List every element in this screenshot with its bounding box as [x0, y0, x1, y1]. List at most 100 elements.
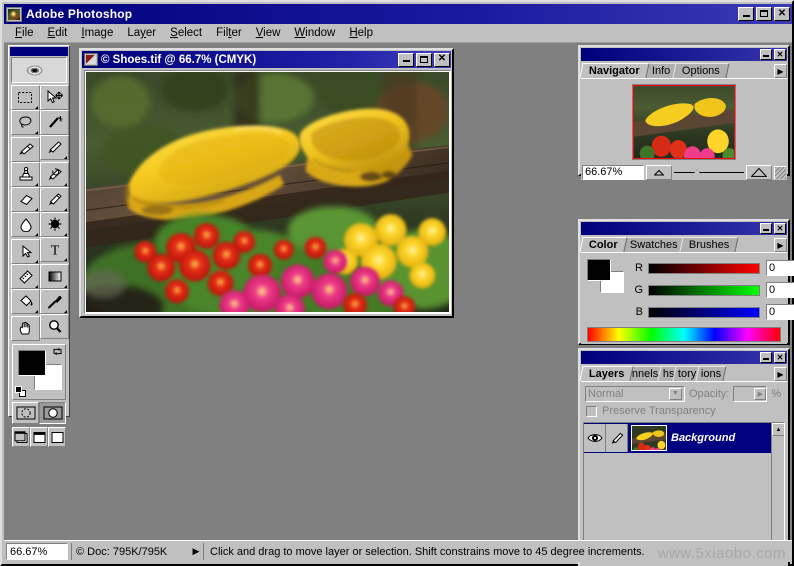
color-close-icon[interactable]: ✕ [774, 223, 786, 234]
tab-layers[interactable]: Layers [579, 366, 634, 381]
document-canvas[interactable] [84, 70, 451, 314]
maximize-icon[interactable] [756, 7, 772, 21]
navigator-zoom-slider[interactable] [674, 165, 744, 180]
move-tool[interactable] [40, 85, 69, 110]
opacity-slider-arrow-icon[interactable]: ▶ [754, 388, 766, 400]
channel-slider-b[interactable] [648, 307, 760, 318]
full-screen-mode-button[interactable] [48, 427, 66, 447]
document-close-icon[interactable]: ✕ [434, 53, 450, 67]
gradient-tool[interactable] [40, 264, 69, 289]
full-screen-with-menu-mode-button[interactable] [30, 427, 48, 447]
color-palette-menu-icon[interactable]: ▶ [774, 238, 787, 252]
document-image[interactable] [86, 72, 449, 312]
layers-close-icon[interactable]: ✕ [774, 352, 786, 363]
marquee-tool[interactable] [11, 85, 40, 110]
navigator-minimize-icon[interactable] [760, 49, 772, 60]
color-minimize-icon[interactable] [760, 223, 772, 234]
navigator-palette-menu-icon[interactable]: ▶ [774, 64, 787, 78]
hand-tool[interactable] [11, 316, 40, 341]
document-window[interactable]: © Shoes.tif @ 66.7% (CMYK) ✕ [79, 48, 454, 318]
blur-tool[interactable] [11, 212, 40, 237]
layers-palette-menu-icon[interactable]: ▶ [774, 367, 787, 381]
airbrush-tool[interactable] [11, 137, 40, 162]
paintbrush-tool[interactable] [40, 135, 69, 160]
document-minimize-icon[interactable] [398, 53, 414, 67]
tab-options[interactable]: Options [673, 63, 730, 78]
status-options-arrow-icon[interactable]: ▶ [189, 543, 203, 560]
type-tool[interactable]: T [40, 237, 69, 262]
foreground-color-swatch[interactable] [18, 350, 46, 376]
channel-slider-r[interactable] [648, 263, 760, 274]
magic-wand-tool[interactable] [40, 110, 69, 135]
close-icon[interactable]: ✕ [774, 7, 790, 21]
layer-thumbnail[interactable] [631, 425, 667, 451]
navigator-resize-grip[interactable] [774, 166, 786, 179]
app-title-bar[interactable]: Adobe Photoshop ✕ [4, 4, 792, 24]
blend-mode-select[interactable]: Normal ▼ [585, 386, 685, 402]
menu-file[interactable]: File [8, 25, 41, 41]
layer-name[interactable]: Background [671, 432, 735, 444]
dodge-tool[interactable] [40, 212, 69, 237]
quick-mask-mode-button[interactable] [39, 402, 66, 424]
document-title-bar[interactable]: © Shoes.tif @ 66.7% (CMYK) ✕ [82, 51, 451, 68]
tab-swatches[interactable]: Swatches [620, 237, 687, 252]
paint-bucket-tool[interactable] [11, 289, 40, 314]
channel-slider-g[interactable] [648, 285, 760, 296]
brush-icon[interactable] [606, 424, 628, 452]
channel-value-r[interactable]: 0 [766, 260, 794, 276]
tab-navigator[interactable]: Navigator [579, 63, 649, 78]
toolbox-title-bar[interactable] [10, 47, 68, 56]
swap-colors-icon[interactable] [52, 346, 63, 357]
navigator-zoom-field[interactable]: 66.67% [582, 165, 644, 180]
menu-select[interactable]: Select [163, 25, 209, 41]
tab-actions[interactable]: ions [695, 366, 726, 381]
menu-help[interactable]: Help [342, 25, 380, 41]
measure-tool[interactable] [11, 264, 40, 289]
menu-view[interactable]: View [249, 25, 288, 41]
navigator-thumbnail[interactable] [632, 84, 736, 160]
history-brush-tool[interactable] [40, 162, 69, 187]
color-foreground-swatch[interactable] [587, 259, 611, 281]
eyedropper-tool[interactable] [40, 289, 69, 314]
navigator-thumbnail-area[interactable] [581, 79, 787, 164]
layers-minimize-icon[interactable] [760, 352, 772, 363]
default-colors-icon[interactable] [15, 386, 26, 397]
menu-filter[interactable]: Filter [209, 25, 249, 41]
color-title-bar[interactable]: ✕ [581, 222, 787, 235]
menu-window[interactable]: Window [287, 25, 342, 41]
zoom-tool[interactable] [40, 314, 69, 339]
standard-mode-button[interactable] [12, 402, 39, 424]
menu-image[interactable]: Image [74, 25, 120, 41]
table-row[interactable]: Background [584, 423, 784, 453]
slider-knob[interactable] [692, 169, 702, 176]
eye-icon[interactable] [584, 424, 606, 452]
menu-edit[interactable]: Edit [41, 25, 75, 41]
tab-color[interactable]: Color [579, 237, 627, 252]
rubber-stamp-tool[interactable] [11, 162, 40, 187]
channel-knob-r[interactable] [648, 274, 656, 280]
scroll-up-icon[interactable]: ▲ [772, 423, 785, 436]
status-zoom-field[interactable]: 66.67% [6, 543, 68, 560]
status-doc-size[interactable]: © Doc: 795K/795K [71, 543, 189, 560]
navigator-title-bar[interactable]: ✕ [581, 48, 787, 61]
layers-title-bar[interactable]: ✕ [581, 351, 787, 364]
channel-knob-g[interactable] [648, 296, 656, 302]
preserve-transparency-checkbox[interactable] [586, 406, 597, 417]
path-selection-tool[interactable] [11, 239, 40, 264]
menu-layer[interactable]: Layer [120, 25, 163, 41]
zoom-out-icon[interactable] [646, 165, 672, 180]
channel-knob-b[interactable] [648, 318, 656, 324]
standard-screen-mode-button[interactable] [12, 427, 30, 447]
pencil-tool[interactable] [40, 187, 69, 212]
minimize-icon[interactable] [738, 7, 754, 21]
channel-value-g[interactable]: 0 [766, 282, 794, 298]
preserve-transparency-row[interactable]: Preserve Transparency [581, 402, 787, 420]
tab-brushes[interactable]: Brushes [680, 237, 740, 252]
zoom-in-icon[interactable] [746, 165, 772, 180]
color-spectrum-ramp[interactable] [587, 327, 781, 342]
document-maximize-icon[interactable] [416, 53, 432, 67]
opacity-input[interactable]: ▶ [733, 386, 767, 402]
chevron-down-icon[interactable]: ▼ [669, 388, 682, 400]
navigator-close-icon[interactable]: ✕ [774, 49, 786, 60]
channel-value-b[interactable]: 0 [766, 304, 794, 320]
